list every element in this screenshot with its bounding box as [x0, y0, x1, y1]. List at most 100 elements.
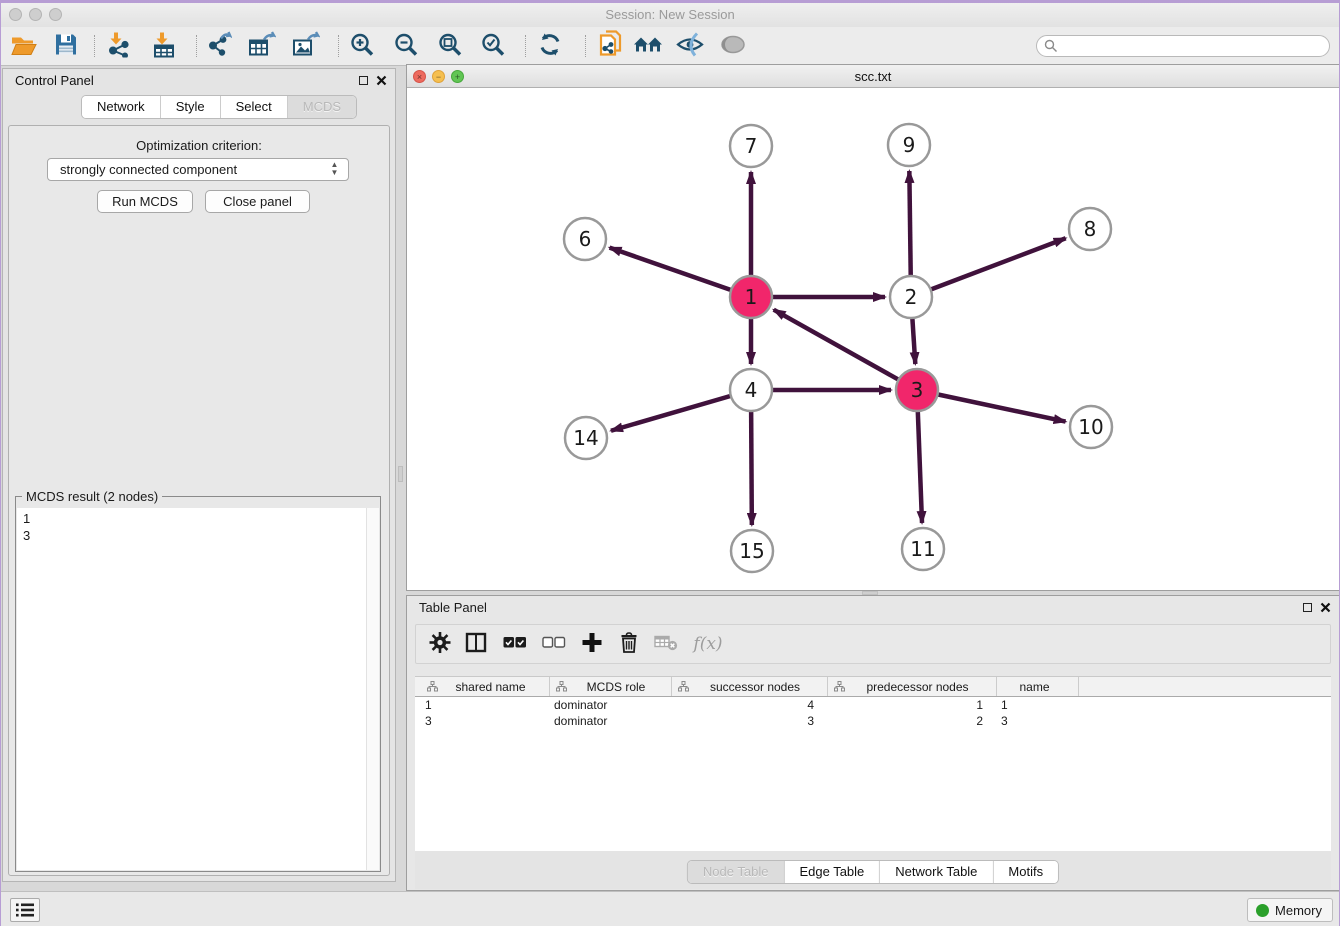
table-tab-node-table[interactable]: Node Table	[688, 861, 785, 883]
column-header-shared-name[interactable]: shared name	[421, 677, 550, 696]
table-body[interactable]: 1dominator4113dominator323	[415, 697, 1331, 851]
zoom-fit-icon[interactable]	[437, 32, 463, 61]
zoom-out-icon[interactable]	[393, 32, 419, 61]
graph-node-6[interactable]: 6	[564, 218, 606, 260]
edge-3-1[interactable]	[774, 310, 917, 390]
edge-2-8[interactable]	[911, 238, 1066, 297]
column-view-icon[interactable]	[465, 632, 487, 657]
zoom-in-icon[interactable]	[349, 32, 375, 61]
import-network-icon[interactable]	[105, 32, 131, 61]
control-tab-select[interactable]: Select	[221, 96, 288, 118]
graph-node-8[interactable]: 8	[1069, 208, 1111, 250]
graph-node-label: 3	[911, 378, 924, 402]
table-tab-motifs[interactable]: Motifs	[993, 861, 1058, 883]
memory-status-dot	[1256, 904, 1269, 917]
table-footer: Node TableEdge TableNetwork TableMotifs	[415, 851, 1331, 889]
table-cell[interactable]: 3	[421, 713, 550, 729]
graph-node-10[interactable]: 10	[1070, 406, 1112, 448]
graph-node-11[interactable]: 11	[902, 528, 944, 570]
apply-layout-icon[interactable]	[537, 32, 563, 61]
save-session-icon[interactable]	[53, 32, 79, 61]
close-panel-button[interactable]: Close panel	[205, 190, 310, 213]
select-all-columns-icon[interactable]	[503, 637, 527, 652]
export-image-icon[interactable]	[292, 32, 320, 61]
gear-icon[interactable]	[429, 632, 451, 657]
edge-3-10[interactable]	[917, 390, 1066, 422]
hide-panels-icon[interactable]	[676, 32, 704, 61]
graph-node-15[interactable]: 15	[731, 530, 773, 572]
graph-node-4[interactable]: 4	[730, 369, 772, 411]
delete-column-icon[interactable]	[619, 632, 639, 657]
control-tab-mcds[interactable]: MCDS	[288, 96, 356, 118]
network-canvas[interactable]: 7 9 6 8 1 2 4 3 14 10 15 11	[407, 88, 1339, 590]
table-tab-network-table[interactable]: Network Table	[880, 861, 993, 883]
graph-node-label: 9	[903, 133, 916, 157]
show-panels-icon[interactable]	[719, 34, 747, 59]
column-header-label: shared name	[438, 680, 549, 694]
graph-node-9[interactable]: 9	[888, 124, 930, 166]
graph-node-7[interactable]: 7	[730, 125, 772, 167]
table-panel-float-icon[interactable]	[1303, 603, 1312, 612]
network-close-button[interactable]: ×	[413, 70, 426, 83]
control-panel-float-icon[interactable]	[359, 76, 368, 85]
run-mcds-button[interactable]: Run MCDS	[97, 190, 193, 213]
mcds-result-content[interactable]: 1 3	[17, 508, 379, 870]
graph-node-label: 11	[910, 537, 935, 561]
table-cell[interactable]: 4	[672, 697, 828, 713]
table-row-2[interactable]: 3dominator323	[415, 713, 1331, 729]
show-home-icon[interactable]	[633, 33, 663, 60]
vertical-splitter-handle[interactable]	[398, 466, 403, 482]
table-cell[interactable]: 1	[997, 697, 1079, 713]
window-close-button[interactable]	[9, 8, 22, 21]
function-builder-icon[interactable]: f(x)	[693, 634, 722, 654]
table-row-1[interactable]: 1dominator411	[415, 697, 1331, 713]
network-minimize-button[interactable]: −	[432, 70, 445, 83]
table-cell[interactable]: 3	[672, 713, 828, 729]
table-tab-edge-table[interactable]: Edge Table	[784, 861, 880, 883]
table-cell[interactable]: dominator	[550, 697, 672, 713]
delete-table-icon[interactable]	[654, 634, 678, 655]
control-panel: Control Panel NetworkStyleSelectMCDS Opt…	[2, 68, 396, 882]
control-tab-network[interactable]: Network	[82, 96, 161, 118]
export-network-icon[interactable]	[206, 32, 232, 61]
control-panel-close-icon[interactable]	[376, 75, 387, 86]
window-zoom-button[interactable]	[49, 8, 62, 21]
unselect-all-columns-icon[interactable]	[542, 637, 566, 652]
window-minimize-button[interactable]	[29, 8, 42, 21]
column-header-predecessor-nodes[interactable]: predecessor nodes	[828, 677, 997, 696]
search-box	[1036, 35, 1330, 57]
table-cell[interactable]: 1	[828, 697, 997, 713]
mcds-result-scrollbar[interactable]	[366, 508, 379, 870]
graph-node-1[interactable]: 1	[730, 276, 772, 318]
graph-node-14[interactable]: 14	[565, 417, 607, 459]
graph-node-2[interactable]: 2	[890, 276, 932, 318]
add-column-icon[interactable]	[581, 632, 603, 657]
table-cell[interactable]: dominator	[550, 713, 672, 729]
task-history-button[interactable]	[10, 898, 40, 922]
column-header-MCDS-role[interactable]: MCDS role	[550, 677, 672, 696]
graph-node-3[interactable]: 3	[896, 369, 938, 411]
column-header-successor-nodes[interactable]: successor nodes	[672, 677, 828, 696]
open-file-icon[interactable]	[10, 32, 38, 61]
main-toolbar	[0, 27, 1340, 66]
control-tab-style[interactable]: Style	[161, 96, 221, 118]
export-table-icon[interactable]	[248, 32, 276, 61]
table-panel-close-icon[interactable]	[1320, 602, 1331, 613]
table-cell[interactable]: 3	[997, 713, 1079, 729]
network-zoom-button[interactable]: +	[451, 70, 464, 83]
search-input[interactable]	[1036, 35, 1330, 57]
memory-button[interactable]: Memory	[1247, 898, 1333, 922]
optimization-select[interactable]: strongly connected component ▲▼	[47, 158, 349, 181]
table-cell[interactable]: 1	[421, 697, 550, 713]
column-header-name[interactable]: name	[997, 677, 1079, 696]
shared-column-icon	[427, 681, 438, 692]
edge-1-6[interactable]	[610, 248, 751, 297]
toolbar-separator	[525, 35, 526, 57]
clone-network-icon[interactable]	[597, 30, 625, 63]
import-table-icon[interactable]	[151, 32, 177, 61]
vertical-splitter[interactable]	[397, 68, 405, 891]
status-bar: Memory	[0, 891, 1340, 926]
table-cell[interactable]: 2	[828, 713, 997, 729]
zoom-selected-icon[interactable]	[480, 32, 506, 61]
control-panel-tabs: NetworkStyleSelectMCDS	[81, 95, 357, 119]
